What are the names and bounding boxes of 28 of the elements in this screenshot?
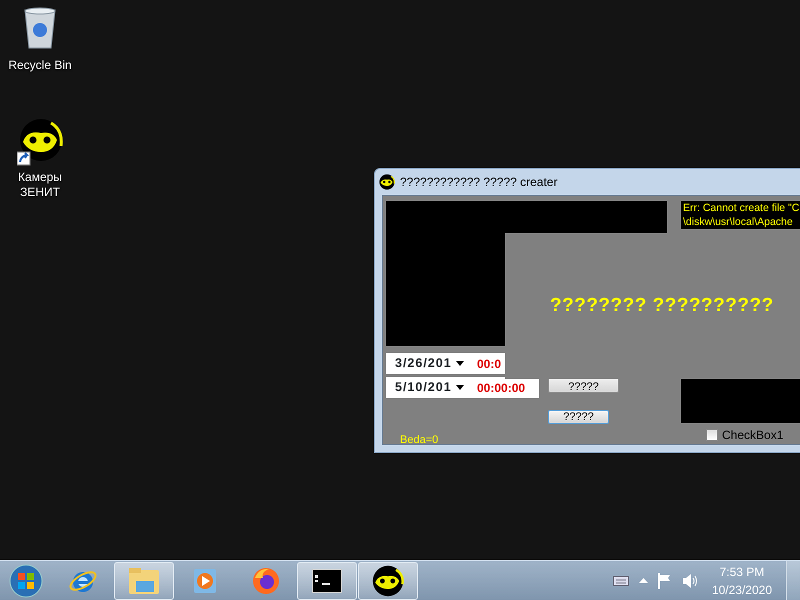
dropdown-arrow-icon[interactable] <box>456 361 464 366</box>
window-title: ???????????? ????? creater <box>400 174 558 191</box>
terminal-icon[interactable] <box>312 568 342 592</box>
smiley-shortcut-icon[interactable] <box>17 118 63 166</box>
fox-globe-icon[interactable] <box>251 566 281 596</box>
folder-icon[interactable] <box>128 566 160 594</box>
icon-label[interactable]: Камеры ЗЕНИТ <box>5 170 75 200</box>
recycle-bin-icon[interactable] <box>22 6 58 50</box>
smiley-icon <box>379 174 395 190</box>
date-picker[interactable]: 3/26/201 <box>386 353 475 374</box>
icon-label[interactable]: Recycle Bin <box>5 58 75 73</box>
show-desktop-button[interactable] <box>786 560 800 600</box>
speaker-icon[interactable] <box>682 574 698 588</box>
flag-icon[interactable] <box>658 572 672 588</box>
form-button[interactable]: ????? <box>548 410 609 424</box>
up-arrow-icon[interactable] <box>638 578 648 583</box>
status-label: Beda=0 <box>400 433 438 448</box>
smiley-icon[interactable] <box>372 564 404 596</box>
dropdown-arrow-icon[interactable] <box>456 385 464 390</box>
keyboard-icon[interactable] <box>612 576 629 586</box>
overlay-message: ???????? ?????????? <box>550 294 774 318</box>
checkbox-label: CheckBox1 <box>722 427 784 444</box>
time-field[interactable]: 00:00:00 <box>475 377 539 398</box>
start-button[interactable] <box>9 564 43 598</box>
error-message: Err: Cannot create file "C: \diskw\usr\local\Apache <box>681 201 800 229</box>
date-picker[interactable]: 5/10/201 <box>386 377 475 398</box>
checkbox[interactable] <box>706 429 718 441</box>
play-icon[interactable] <box>191 566 219 594</box>
